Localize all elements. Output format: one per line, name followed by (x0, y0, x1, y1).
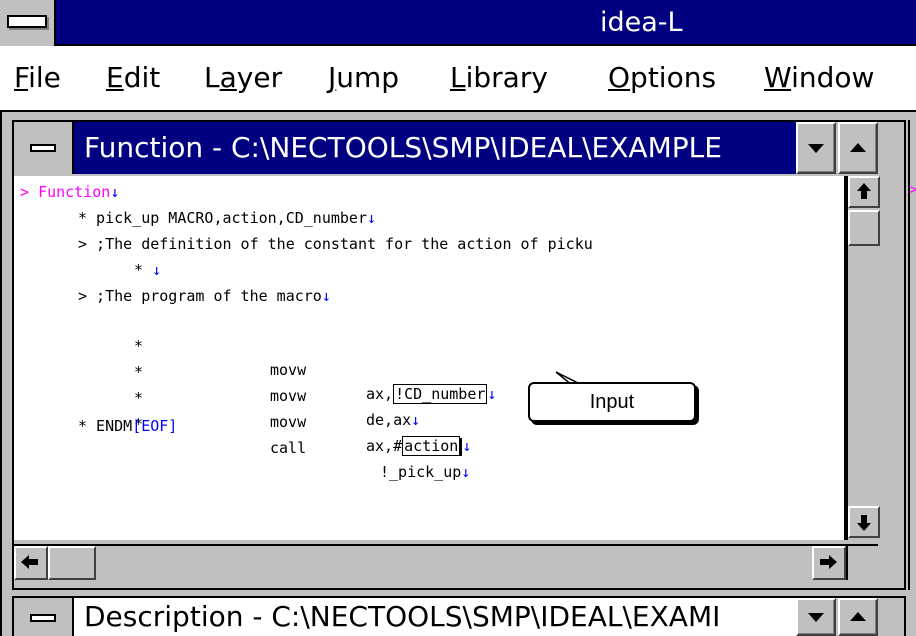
code-line-7[interactable]: * movw de,ax↓ (14, 336, 846, 429)
code-text: > ;The definition of the constant for th… (78, 235, 593, 253)
menu-layer-mnemonic: a (219, 61, 237, 94)
scroll-right-button[interactable] (812, 546, 846, 580)
code-line-4[interactable]: * ↓ (134, 258, 161, 282)
line-break-icon: ↓ (411, 411, 421, 429)
code-text: * ENDM (78, 417, 133, 435)
eof-marker: [EOF] (132, 417, 178, 435)
function-system-menu-icon[interactable] (14, 122, 74, 174)
menu-window-mnemonic: W (764, 61, 792, 94)
line-break-icon: ↓ (110, 183, 120, 201)
function-window-title: Function - C:\NECTOOLS\SMP\IDEAL\EXAMPLE (84, 131, 722, 164)
code-text: movw (270, 413, 307, 431)
input-callout-label: Input (589, 391, 635, 413)
menu-options-mnemonic: O (608, 61, 631, 94)
scroll-thumb[interactable] (848, 210, 880, 246)
line-break-icon: ↓ (462, 437, 472, 455)
app-title: idea-L (600, 7, 683, 38)
menu-library[interactable]: Library (450, 46, 548, 110)
function-maximize-button[interactable] (838, 122, 878, 174)
arrow-left-icon (21, 555, 38, 569)
menu-layer-prefix: L (204, 61, 220, 94)
menu-file-label: ile (28, 61, 61, 94)
main-titlebar[interactable] (0, 0, 916, 46)
description-system-menu-icon[interactable] (14, 598, 74, 636)
menu-window[interactable]: Window (764, 46, 874, 110)
minimize-icon (808, 144, 824, 153)
menu-edit-label: dit (123, 61, 161, 94)
menu-window-label: indow (791, 61, 875, 94)
line-break-icon: ↓ (321, 287, 331, 305)
menu-options-label: ptions (630, 61, 717, 94)
code-line-3[interactable]: > ;The definition of the constant for th… (78, 232, 593, 256)
input-field-action[interactable]: action (402, 436, 461, 456)
menu-layer-label: yer (236, 61, 283, 94)
minimize-icon (808, 613, 824, 622)
line-break-icon: ↓ (461, 463, 471, 481)
description-minimize-button[interactable] (796, 598, 836, 636)
code-text: call (270, 439, 307, 457)
arrow-right-icon (820, 555, 837, 569)
scroll-down-button[interactable] (848, 506, 880, 538)
arrow-up-icon (857, 183, 871, 199)
code-line-10[interactable]: * ENDM[EOF] (78, 414, 177, 438)
menu-layer[interactable]: Layer (204, 46, 282, 110)
code-text: Function (38, 183, 111, 201)
code-line-8[interactable]: * movw ax,# action ↓ (14, 362, 846, 456)
scroll-left-button[interactable] (14, 546, 48, 580)
arrow-down-icon (857, 515, 871, 531)
scrollbar-corner (846, 544, 878, 580)
code-text: * pick_up MACRO,action,CD_number (78, 209, 367, 227)
menu-jump-label: ump (336, 61, 400, 94)
line-marker: > (20, 183, 30, 201)
code-editor[interactable]: > Function↓ * pick_up MACRO,action,CD_nu… (14, 176, 846, 540)
code-text: !_pick_up (380, 463, 462, 481)
code-line-5[interactable]: > ;The program of the macro↓ (78, 284, 331, 308)
description-window-title: Description - C:\NECTOOLS\SMP\IDEAL\EXAM… (84, 600, 721, 633)
menu-jump[interactable]: Jump (328, 46, 399, 110)
menu-edit-mnemonic: E (106, 61, 124, 94)
maximize-icon (850, 143, 866, 152)
line-marker: > (909, 182, 916, 198)
code-text: ax,# (366, 437, 403, 455)
menu-file-mnemonic: F (14, 61, 29, 94)
function-minimize-button[interactable] (796, 122, 836, 174)
maximize-icon (850, 612, 866, 621)
description-maximize-button[interactable] (838, 598, 878, 636)
system-menu-icon[interactable] (0, 0, 56, 46)
menu-bar: File Edit Layer Jump Library Options Win… (0, 46, 916, 112)
code-line-9[interactable]: * call !_pick_up↓ (14, 388, 846, 481)
horizontal-scroll-thumb[interactable] (48, 546, 96, 580)
code-text: de,ax (366, 411, 412, 429)
menu-library-mnemonic: L (450, 61, 466, 94)
code-line-1[interactable]: > Function↓ (20, 180, 119, 204)
menu-edit[interactable]: Edit (106, 46, 160, 110)
line-break-icon: ↓ (366, 209, 377, 227)
code-line-6[interactable]: * movw ax, !CD_number ↓ (14, 310, 846, 404)
code-text: * (134, 261, 144, 279)
code-text: > ;The program of the macro (78, 287, 322, 305)
vertical-scrollbar[interactable] (846, 176, 880, 540)
right-child-window[interactable]: > (908, 120, 916, 590)
line-break-icon: ↓ (152, 261, 162, 279)
scroll-up-button[interactable] (848, 176, 880, 208)
menu-options[interactable]: Options (608, 46, 716, 110)
code-line-2[interactable]: * pick_up MACRO,action,CD_number↓ (78, 206, 376, 230)
menu-library-label: ibrary (465, 61, 548, 94)
horizontal-scrollbar[interactable] (14, 544, 846, 580)
menu-file[interactable]: File (14, 46, 61, 110)
